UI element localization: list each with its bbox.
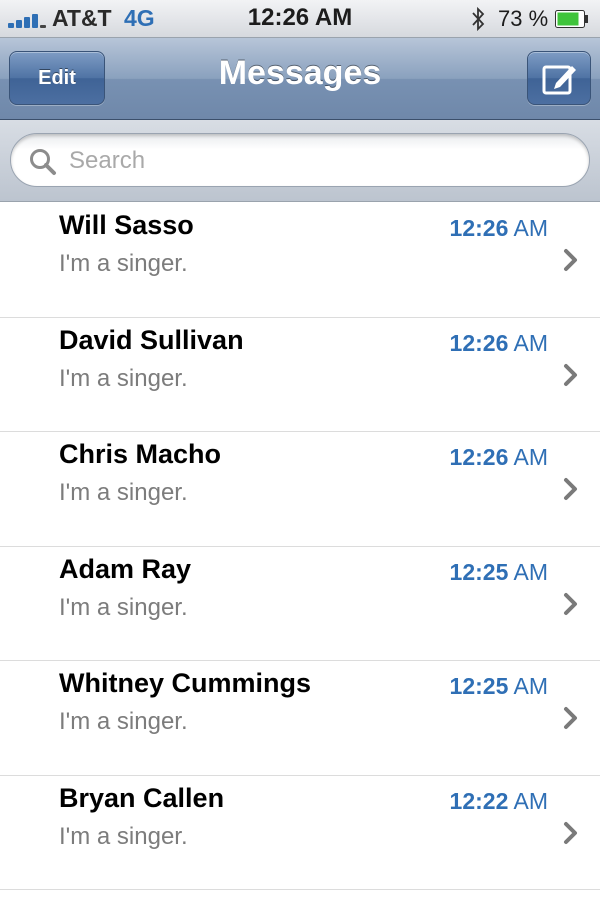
message-preview: I'm a singer.	[59, 250, 188, 277]
message-preview: I'm a singer.	[59, 708, 188, 735]
search-bar: Search	[0, 120, 600, 202]
message-preview: I'm a singer.	[59, 364, 188, 392]
bluetooth-icon	[472, 6, 485, 32]
chevron-right-icon	[564, 249, 577, 271]
conversation-row[interactable]: Adam Ray I'm a singer. 12:25 AM	[0, 546, 600, 661]
timestamp-time: 12:25	[449, 558, 509, 585]
chevron-right-icon	[564, 363, 577, 386]
status-bar: AT&T 4G 12:26 AM 73 %	[0, 0, 600, 38]
search-placeholder: Search	[69, 147, 146, 174]
contact-name: Will Sasso	[59, 210, 194, 240]
message-timestamp: 12:26 AM	[450, 444, 548, 471]
chevron-right-icon	[564, 478, 577, 500]
message-timestamp: 12:22 AM	[450, 788, 548, 815]
contact-name: Whitney Cummings	[59, 668, 312, 698]
conversation-row[interactable]: David Sullivan I'm a singer. 12:26 AM	[0, 317, 600, 432]
timestamp-ampm: AM	[513, 787, 549, 814]
timestamp-time: 12:26	[449, 444, 509, 470]
timestamp-time: 12:25	[449, 673, 509, 699]
search-icon	[30, 149, 56, 175]
message-preview: I'm a singer.	[59, 479, 188, 506]
chevron-right-icon	[564, 821, 577, 844]
message-preview: I'm a singer.	[59, 822, 188, 850]
conversation-row[interactable]: Bryan Callen I'm a singer. 12:22 AM	[0, 775, 600, 890]
compose-button[interactable]	[527, 51, 591, 105]
conversation-row[interactable]: Whitney Cummings I'm a singer. 12:25 AM	[0, 661, 600, 776]
contact-name: Bryan Callen	[59, 782, 225, 813]
search-input[interactable]: Search	[10, 133, 590, 187]
battery-percentage: 73 %	[498, 6, 549, 31]
message-timestamp: 12:26 AM	[450, 215, 548, 242]
conversation-row[interactable]: Will Sasso I'm a singer. 12:26 AM	[0, 203, 600, 318]
timestamp-ampm: AM	[513, 329, 549, 356]
timestamp-ampm: AM	[513, 558, 549, 585]
compose-icon	[542, 65, 576, 95]
message-list: Will Sasso I'm a singer. 12:26 AM David Sul…	[0, 203, 600, 890]
contact-name: David Sullivan	[59, 324, 244, 355]
contact-name: Adam Ray	[59, 553, 192, 584]
battery-icon	[555, 10, 588, 28]
message-timestamp: 12:26 AM	[450, 330, 548, 357]
contact-name: Chris Macho	[59, 439, 222, 469]
chevron-right-icon	[564, 592, 577, 615]
timestamp-time: 12:26	[449, 215, 509, 241]
timestamp-ampm: AM	[513, 673, 549, 699]
timestamp-time: 12:26	[449, 329, 509, 356]
message-timestamp: 12:25 AM	[450, 559, 548, 586]
message-preview: I'm a singer.	[59, 593, 188, 621]
navigation-bar: Edit Messages	[0, 38, 600, 120]
page-title: Messages	[218, 54, 382, 92]
timestamp-ampm: AM	[513, 215, 549, 241]
timestamp-time: 12:22	[449, 787, 509, 814]
timestamp-ampm: AM	[513, 444, 549, 470]
conversation-row[interactable]: Chris Macho I'm a singer. 12:26 AM	[0, 432, 600, 547]
chevron-right-icon	[564, 707, 577, 729]
message-timestamp: 12:25 AM	[450, 673, 548, 700]
